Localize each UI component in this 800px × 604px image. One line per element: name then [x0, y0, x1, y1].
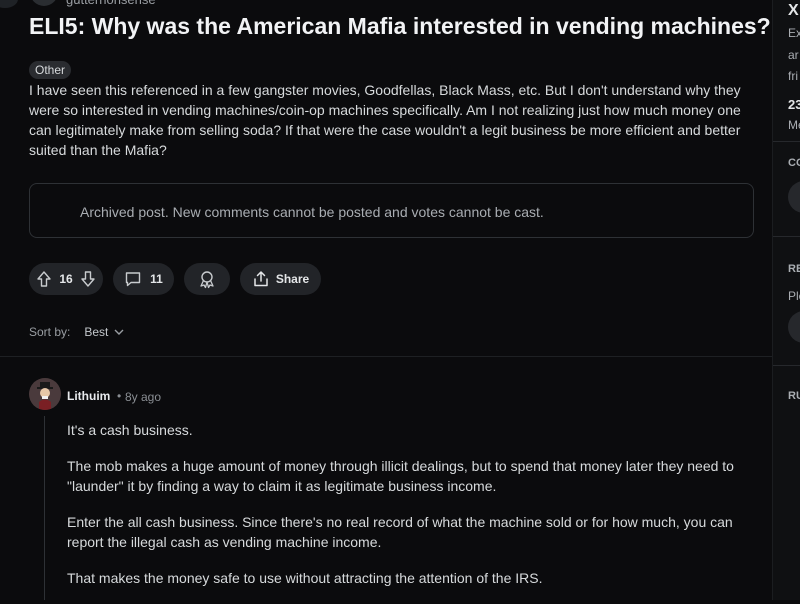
post-title: ELI5: Why was the American Mafia interes… — [29, 13, 771, 39]
sort-dropdown[interactable]: Best — [84, 325, 124, 339]
chevron-down-icon — [114, 329, 124, 335]
archived-notice: Archived post. New comments cannot be po… — [29, 183, 754, 238]
comment-body: It's a cash business. The mob makes a hu… — [67, 420, 757, 604]
sidebar-section-heading: CO — [788, 157, 800, 169]
comment-author[interactable]: Lithuim — [67, 389, 110, 403]
sidebar-divider — [773, 141, 800, 142]
post-author[interactable]: gutternonsense — [66, 0, 156, 7]
sort-value: Best — [84, 325, 109, 339]
comment-paragraph: Enter the all cash business. Since there… — [67, 514, 733, 550]
downvote-icon[interactable] — [79, 270, 97, 288]
right-sidebar: X Ex ar fri 23 Me CO RE Ple RU — [772, 0, 800, 600]
sidebar-section-heading: RU — [788, 390, 800, 402]
sidebar-divider — [773, 365, 800, 366]
thread-line[interactable] — [44, 416, 45, 600]
vote-count: 16 — [59, 272, 73, 286]
comment-paragraph: The mob makes a huge amount of money thr… — [67, 458, 734, 494]
sidebar-button[interactable] — [788, 311, 800, 343]
subreddit-avatar[interactable] — [30, 0, 58, 6]
comments-button[interactable]: 11 — [113, 263, 174, 295]
post-author-row: gutternonsense — [30, 0, 156, 8]
sidebar-text-line: fri — [788, 69, 798, 83]
divider — [0, 356, 772, 357]
sidebar-stat: 23 — [788, 97, 800, 112]
comment-count: 11 — [150, 272, 163, 286]
comment-paragraph: It's a cash business. — [67, 422, 193, 438]
meta-separator: • — [117, 389, 122, 403]
award-button[interactable] — [184, 263, 230, 295]
sidebar-section-heading: RE — [788, 263, 800, 275]
archived-notice-text: Archived post. New comments cannot be po… — [80, 204, 544, 220]
comment-paragraph: That makes the money safe to use without… — [67, 570, 543, 586]
share-label: Share — [275, 272, 310, 286]
post-actions: 16 11 Share — [29, 263, 321, 295]
sort-label: Sort by: — [29, 325, 71, 339]
sidebar-divider — [773, 236, 800, 237]
sort-row: Sort by: Best — [29, 325, 124, 339]
sidebar-text-line: Ex — [788, 26, 800, 40]
post-main: gutternonsense ELI5: Why was the America… — [0, 0, 772, 600]
back-button[interactable] — [0, 0, 18, 8]
comment-icon — [124, 270, 142, 288]
sidebar-stat-label: Me — [788, 118, 800, 132]
avatar[interactable] — [29, 378, 61, 410]
post-flair[interactable]: Other — [29, 61, 72, 79]
share-button[interactable]: Share — [240, 263, 321, 295]
close-icon[interactable]: X — [788, 2, 799, 20]
post-body: I have seen this referenced in a few gan… — [29, 82, 741, 158]
sidebar-button[interactable] — [788, 181, 800, 213]
comment-timestamp[interactable]: 8y ago — [125, 390, 161, 404]
sidebar-text-line: ar — [788, 48, 799, 62]
sidebar-text-line: Ple — [788, 289, 800, 303]
award-icon — [197, 269, 217, 289]
vote-pill: 16 — [29, 263, 103, 295]
share-icon — [252, 270, 270, 288]
upvote-icon[interactable] — [35, 270, 53, 288]
